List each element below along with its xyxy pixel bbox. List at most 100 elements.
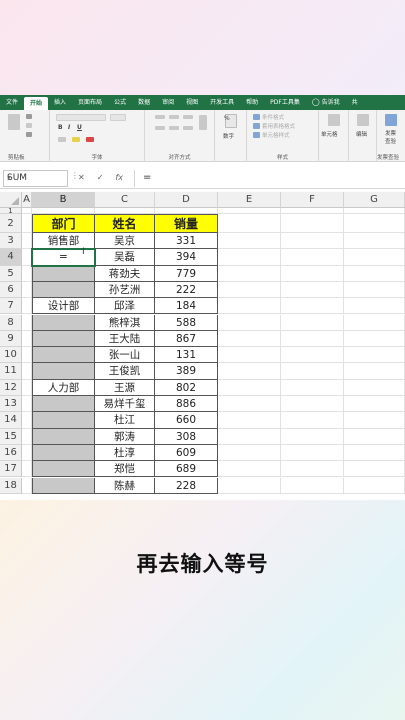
row-header-8[interactable]: 8 [0,314,22,331]
table-cell[interactable]: 331 [155,233,218,250]
cell[interactable] [218,347,281,364]
cell[interactable] [344,428,405,445]
cell[interactable] [281,314,344,331]
cell[interactable] [281,330,344,348]
table-cell[interactable]: 609 [155,444,218,462]
row-header-10[interactable]: 10 [0,347,22,364]
column-header-a[interactable]: A [22,192,32,208]
tab-data[interactable]: 数据 [132,95,156,110]
table-cell[interactable]: 易烊千玺 [95,396,155,413]
cell[interactable] [22,396,32,413]
cell[interactable] [344,233,405,250]
cell[interactable] [218,379,281,396]
cell[interactable] [218,298,281,315]
cell[interactable] [281,233,344,250]
align-right-icon[interactable] [183,126,193,130]
table-cell[interactable]: 228 [155,477,218,494]
table-cell[interactable] [32,314,95,331]
cell[interactable] [218,428,281,445]
row-header-11[interactable]: 11 [0,363,22,380]
table-cell[interactable]: 郭涛 [95,428,155,445]
cell[interactable] [281,461,344,478]
cell[interactable] [281,379,344,396]
tab-help[interactable]: 帮助 [240,95,264,110]
font-size-box[interactable] [110,114,126,121]
cut-icon[interactable] [26,114,32,119]
cell[interactable] [22,428,32,445]
column-header-e[interactable]: E [218,192,281,208]
row-header-18[interactable]: 18 [0,477,22,494]
formula-input[interactable]: = [134,170,402,187]
row-header-6[interactable]: 6 [0,281,22,299]
table-cell[interactable]: 394 [155,249,218,266]
tab-view[interactable]: 视图 [180,95,204,110]
table-cell[interactable]: 杜淳 [95,444,155,462]
italic-icon[interactable]: I [68,124,70,131]
underline-icon[interactable]: U [77,124,82,131]
cell[interactable] [344,214,405,233]
cell[interactable] [344,330,405,348]
table-cell[interactable]: 人力部 [32,379,95,396]
tab-home[interactable]: 开始 [24,97,49,110]
cell[interactable] [344,249,405,266]
table-cell[interactable]: 886 [155,396,218,413]
table-header-cell[interactable]: 部门 [32,214,95,233]
cell[interactable] [281,477,344,494]
row-header-5[interactable]: 5 [0,265,22,282]
table-cell[interactable]: 郑恺 [95,461,155,478]
table-cell[interactable] [32,281,95,299]
cell[interactable] [218,249,281,266]
table-format-label[interactable]: 套用表格格式 [262,122,295,130]
table-cell[interactable]: 王源 [95,379,155,396]
table-cell[interactable]: 吴京 [95,233,155,250]
table-cell[interactable]: 销售部 [32,233,95,250]
cells-label[interactable]: 单元格 [321,130,338,138]
cell[interactable] [22,233,32,250]
cell[interactable] [218,330,281,348]
row-header-12[interactable]: 12 [0,379,22,396]
table-cell[interactable]: 王大陆 [95,330,155,348]
cell[interactable] [281,214,344,233]
cell[interactable] [344,347,405,364]
bold-icon[interactable]: B [58,124,63,131]
table-cell[interactable]: 吴磊 [95,249,155,266]
row-header-3[interactable]: 3 [0,233,22,250]
column-header-b[interactable]: B [32,192,95,208]
cell[interactable] [22,298,32,315]
cell[interactable] [281,363,344,380]
table-cell[interactable] [32,396,95,413]
table-cell[interactable]: 131 [155,347,218,364]
table-cell[interactable]: 308 [155,428,218,445]
confirm-icon[interactable]: ✓ [97,170,104,186]
tab-file[interactable]: 文件 [0,95,24,110]
cells-icon[interactable] [328,114,340,126]
row-header-15[interactable]: 15 [0,428,22,445]
cell[interactable] [22,314,32,331]
row-header-4[interactable]: 4 [0,249,22,266]
cell[interactable] [344,363,405,380]
table-cell[interactable] [32,363,95,380]
table-cell[interactable]: 222 [155,281,218,299]
cell[interactable] [344,412,405,429]
row-header-16[interactable]: 16 [0,444,22,462]
cell[interactable] [22,281,32,299]
cell[interactable] [22,347,32,364]
cell[interactable] [218,281,281,299]
cell[interactable] [22,444,32,462]
row-header-7[interactable]: 7 [0,298,22,315]
cell[interactable] [218,363,281,380]
cell[interactable] [218,265,281,282]
cell[interactable] [281,281,344,299]
chevron-down-icon[interactable]: ▾ [7,174,64,182]
tab-pdf-tools[interactable]: PDF工具集 [264,95,306,110]
cell[interactable] [281,428,344,445]
table-cell[interactable]: 660 [155,412,218,429]
table-cell[interactable] [32,477,95,494]
table-cell[interactable]: 孙艺洲 [95,281,155,299]
column-header-g[interactable]: G [344,192,405,208]
cell[interactable] [22,379,32,396]
table-cell[interactable]: 389 [155,363,218,380]
table-cell[interactable]: 蒋劲夫 [95,265,155,282]
fill-color-icon[interactable] [72,137,80,142]
name-box[interactable]: SUM ▾ [3,170,68,187]
